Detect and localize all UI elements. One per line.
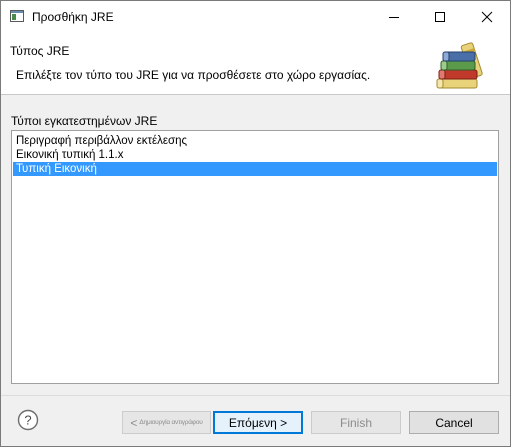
list-item-selected[interactable]: Τυπική Εικονική (13, 162, 497, 176)
jre-types-label: Τύποι εγκατεστημένων JRE (11, 114, 158, 128)
button-bar: ? < Δημιουργία αντιγράφου Επόμενη > Fini… (1, 395, 510, 446)
next-button[interactable]: Επόμενη > (213, 411, 303, 434)
wizard-header: Τύπος JRE Επιλέξτε τον τύπο του JRE για … (1, 32, 510, 95)
page-description: Επιλέξτε τον τύπο του JRE για να προσθέσ… (16, 68, 371, 82)
window-app-icon (10, 10, 24, 22)
back-button-label: Δημιουργία αντιγράφου (139, 419, 203, 426)
finish-button-label: Finish (339, 415, 372, 430)
back-button-prefix: < (130, 415, 138, 430)
jre-types-list[interactable]: Περιγραφή περιβάλλον εκτέλεσης Εικονική … (11, 130, 499, 384)
add-jre-dialog: Προσθήκη JRE Τύπος JRE Επιλέξτε τον τύπο… (0, 0, 511, 447)
cancel-button-label: Cancel (435, 415, 473, 430)
cancel-button[interactable]: Cancel (409, 411, 499, 434)
books-icon (436, 42, 483, 89)
close-icon (481, 11, 493, 22)
list-item[interactable]: Εικονική τυπική 1.1.x (13, 148, 497, 162)
wizard-content: Τύποι εγκατεστημένων JRE Περιγραφή περιβ… (1, 95, 510, 395)
minimize-button[interactable] (371, 1, 417, 32)
title-bar[interactable]: Προσθήκη JRE (1, 1, 510, 32)
back-button[interactable]: < Δημιουργία αντιγράφου (122, 411, 211, 434)
finish-button[interactable]: Finish (311, 411, 401, 434)
close-button[interactable] (464, 1, 510, 32)
maximize-button[interactable] (417, 1, 463, 32)
window-title: Προσθήκη JRE (32, 10, 114, 24)
help-icon[interactable]: ? (17, 409, 39, 431)
page-title: Τύπος JRE (10, 44, 70, 58)
minimize-icon (389, 16, 399, 18)
svg-text:?: ? (24, 413, 31, 428)
maximize-icon (435, 11, 445, 22)
list-item[interactable]: Περιγραφή περιβάλλον εκτέλεσης (13, 134, 497, 148)
next-button-label: Επόμενη > (228, 415, 288, 430)
